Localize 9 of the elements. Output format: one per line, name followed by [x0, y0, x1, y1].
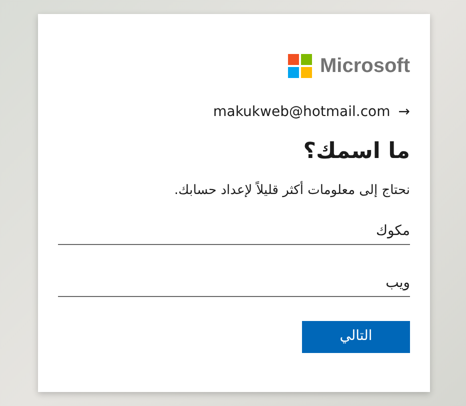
logo-wordmark: Microsoft — [320, 56, 410, 76]
page-title: ما اسمك؟ — [302, 139, 410, 166]
description-text: نحتاج إلى معلومات أكثر قليلاً لإعداد حسابك. — [173, 181, 410, 200]
name-input-field[interactable]: ويب — [58, 268, 410, 297]
account-email: makukweb@hotmail.com — [213, 103, 390, 122]
microsoft-logo-icon — [288, 54, 312, 78]
next-button[interactable]: التالي — [302, 320, 410, 353]
back-button[interactable]: → — [398, 102, 410, 123]
name-input-field[interactable]: مكوك — [58, 216, 410, 245]
